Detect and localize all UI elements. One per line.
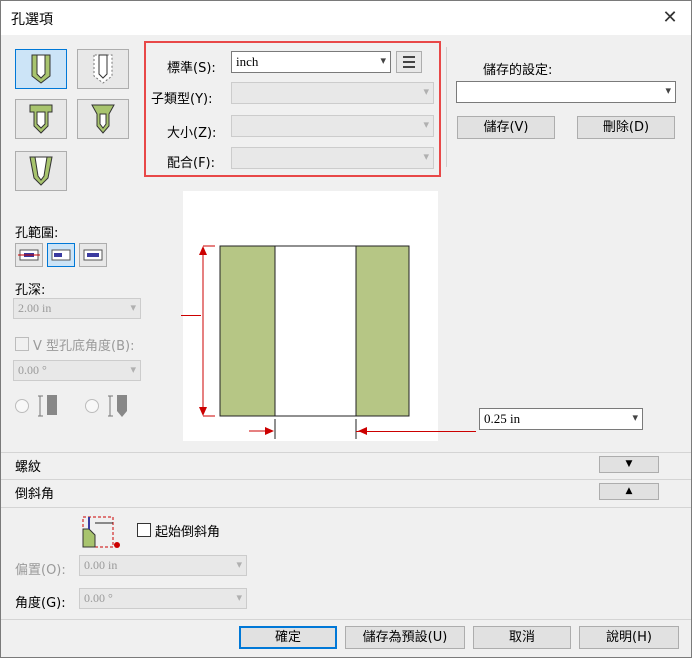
- thread-expand-button[interactable]: ▼: [599, 456, 659, 473]
- help-button[interactable]: 說明(H): [579, 626, 679, 649]
- save-as-default-button[interactable]: 儲存為預設(U): [345, 626, 465, 649]
- tapped-hole-icon: [93, 54, 113, 84]
- chevron-down-icon: ▾: [423, 86, 429, 98]
- hole-depth-select[interactable]: 2.00 in ▾: [13, 298, 141, 319]
- chevron-down-icon: ▾: [130, 364, 136, 376]
- hole-type-simple-button[interactable]: [15, 49, 67, 89]
- subtype-select[interactable]: ▾: [231, 82, 434, 104]
- v-angle-value: 0.00 °: [18, 363, 47, 377]
- saved-settings-label: 儲存的設定:: [483, 63, 553, 78]
- diameter-value: 0.25 in: [484, 411, 521, 426]
- standard-list-button[interactable]: [396, 51, 422, 73]
- standard-label: 標準(S):: [167, 61, 216, 76]
- hole-type-countersink-button[interactable]: [77, 99, 129, 139]
- counterbore-hole-icon: [29, 104, 53, 134]
- chevron-down-icon: ▾: [236, 559, 242, 571]
- angle-label: 角度(G):: [15, 596, 66, 611]
- extent-to-face-button[interactable]: [79, 243, 107, 267]
- offset-value: 0.00 in: [84, 558, 118, 572]
- hole-type-counterbore-button[interactable]: [15, 99, 67, 139]
- tapered-hole-icon: [29, 156, 53, 186]
- chamfer-collapse-button[interactable]: ▲: [599, 483, 659, 500]
- fit-select[interactable]: ▾: [231, 147, 434, 169]
- chevron-down-icon: ▾: [632, 412, 638, 424]
- delete-settings-button[interactable]: 刪除(D): [577, 116, 675, 139]
- chevron-down-icon: ▾: [380, 55, 386, 67]
- through-all-icon: [18, 249, 40, 261]
- chamfer-section-label: 倒斜角: [15, 487, 55, 502]
- separator: [1, 507, 691, 508]
- chevron-down-icon: ▾: [130, 302, 136, 314]
- standard-value: inch: [236, 54, 259, 69]
- dialog-title: 孔選項: [11, 12, 53, 28]
- to-face-icon: [83, 249, 103, 261]
- hole-extent-label: 孔範圍:: [15, 226, 59, 241]
- diameter-leader-line: [356, 431, 476, 432]
- hole-preview: [183, 191, 438, 441]
- separator: [446, 47, 447, 167]
- subtype-label: 子類型(Y):: [151, 92, 213, 107]
- chevron-down-icon: ▾: [423, 151, 429, 163]
- start-chamfer-checkbox[interactable]: [137, 523, 151, 537]
- start-chamfer-label: 起始倒斜角: [155, 525, 221, 540]
- extent-depth-button[interactable]: [47, 243, 75, 267]
- angle-bottom-radio[interactable]: [85, 399, 99, 413]
- chevron-down-icon: ▾: [236, 592, 242, 604]
- depth-leader-line: [181, 315, 201, 316]
- hole-type-tapped-button[interactable]: [77, 49, 129, 89]
- hole-options-dialog: 孔選項 ✕ 標準(S): inch ▾ 子類型(Y): ▾ 大小(Z): ▾ 配…: [0, 0, 692, 658]
- list-icon: [403, 56, 415, 68]
- chevron-down-icon: ▾: [665, 85, 671, 97]
- offset-label: 偏置(O):: [15, 563, 66, 578]
- save-settings-button[interactable]: 儲存(V): [457, 116, 555, 139]
- size-select[interactable]: ▾: [231, 115, 434, 137]
- v-angle-checkbox[interactable]: [15, 337, 29, 351]
- separator: [1, 619, 691, 620]
- simple-hole-icon: [31, 54, 51, 84]
- blind-depth-icon: [51, 249, 71, 261]
- hole-depth-label: 孔深:: [15, 283, 46, 298]
- fit-label: 配合(F):: [167, 156, 216, 171]
- size-label: 大小(Z):: [167, 126, 217, 141]
- countersink-hole-icon: [91, 104, 115, 134]
- hole-type-tapered-button[interactable]: [15, 151, 67, 191]
- angle-value: 0.00 °: [84, 591, 113, 605]
- thread-section-header: 螺紋 ▼: [1, 452, 691, 476]
- chamfer-icon: [82, 516, 120, 548]
- chamfer-section-header: 倒斜角 ▲: [1, 479, 691, 503]
- angle-select[interactable]: 0.00 ° ▾: [79, 588, 247, 609]
- v-angle-select[interactable]: 0.00 ° ▾: [13, 360, 141, 381]
- standard-select[interactable]: inch ▾: [231, 51, 391, 73]
- saved-settings-select[interactable]: ▾: [456, 81, 676, 103]
- angle-bottom-icon: [108, 395, 127, 417]
- hole-depth-value: 2.00 in: [18, 301, 52, 315]
- thread-section-label: 螺紋: [15, 460, 42, 475]
- title-bar: 孔選項 ✕: [1, 1, 691, 35]
- close-icon[interactable]: ✕: [657, 5, 683, 31]
- offset-select[interactable]: 0.00 in ▾: [79, 555, 247, 576]
- cancel-button[interactable]: 取消: [473, 626, 571, 649]
- v-angle-label: V 型孔底角度(B):: [33, 339, 135, 354]
- flat-bottom-radio[interactable]: [15, 399, 29, 413]
- extent-through-button[interactable]: [15, 243, 43, 267]
- chevron-down-icon: ▾: [423, 119, 429, 131]
- hole-preview-drawing: [199, 245, 410, 439]
- flat-bottom-icon: [38, 395, 57, 417]
- diameter-select[interactable]: 0.25 in ▾: [479, 408, 643, 430]
- ok-button[interactable]: 確定: [239, 626, 337, 649]
